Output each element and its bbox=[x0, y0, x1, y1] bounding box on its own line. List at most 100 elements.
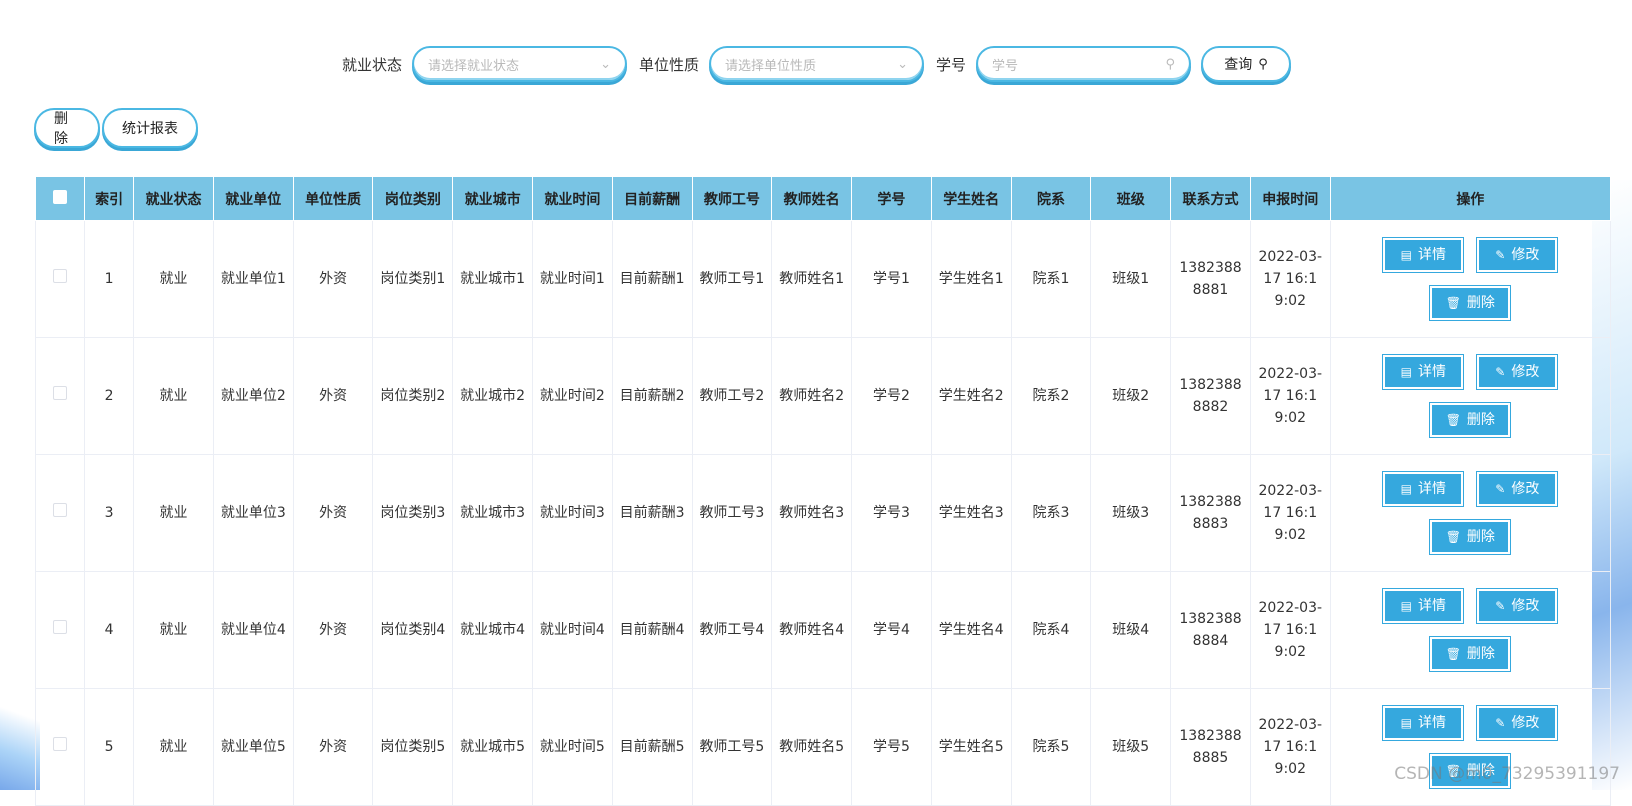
student-no-input[interactable]: 学号 ⚲ bbox=[976, 46, 1192, 82]
batch-delete-button[interactable]: 删除 bbox=[34, 108, 100, 148]
detail-label: 详情 bbox=[1417, 364, 1446, 380]
cell-dept: 院系4 bbox=[1010, 571, 1092, 689]
cell-teacher-name: 教师姓名4 bbox=[771, 571, 853, 689]
select-all-checkbox[interactable] bbox=[53, 189, 68, 204]
watermark: CSDN @m0_73295391197 bbox=[1394, 764, 1620, 784]
cell-time: 就业时间5 bbox=[531, 688, 613, 806]
column-header: 岗位类别 bbox=[372, 176, 454, 221]
row-checkbox[interactable] bbox=[53, 503, 68, 517]
row-checkbox[interactable] bbox=[53, 737, 68, 751]
cell-class: 班级1 bbox=[1090, 220, 1172, 338]
document-icon: ▤ bbox=[1400, 248, 1412, 262]
cell-phone: 13823888884 bbox=[1170, 571, 1251, 689]
table-body: 1 就业 就业单位1 外资 岗位类别1 就业城市1 就业时间1 目前薪酬1 教师工号1 教师姓名1… bbox=[34, 220, 1612, 806]
cell-index: 4 bbox=[84, 571, 135, 689]
row-checkbox[interactable] bbox=[53, 620, 68, 634]
column-header: 学号 bbox=[851, 176, 932, 221]
detail-label: 详情 bbox=[1417, 481, 1446, 497]
cell-student-no: 学号3 bbox=[851, 454, 932, 572]
column-header: 就业时间 bbox=[531, 176, 613, 221]
cell-date: 2022-03-17 16:19:02 bbox=[1249, 337, 1331, 455]
cell-student-no: 学号5 bbox=[851, 688, 932, 806]
row-checkbox[interactable] bbox=[53, 386, 68, 400]
cell-teacher-name: 教师姓名1 bbox=[771, 220, 853, 338]
query-button[interactable]: 查询 ⚲ bbox=[1201, 46, 1292, 82]
delete-button[interactable]: 🗑 删除 bbox=[1429, 402, 1512, 438]
column-header: 教师姓名 bbox=[771, 176, 853, 221]
report-label: 统计报表 bbox=[122, 121, 178, 137]
row-select-cell[interactable] bbox=[34, 454, 86, 572]
row-select-cell[interactable] bbox=[34, 688, 86, 806]
detail-label: 详情 bbox=[1417, 598, 1446, 614]
status-label: 就业状态 bbox=[342, 55, 403, 74]
trash-icon: 🗑 bbox=[1445, 296, 1461, 310]
cell-nature: 外资 bbox=[292, 337, 374, 455]
edit-label: 修改 bbox=[1511, 481, 1540, 497]
search-bar: 就业状态 请选择就业状态 ⌄ 单位性质 请选择单位性质 ⌄ 学号 学号 ⚲ 查询… bbox=[340, 44, 1292, 84]
edit-button[interactable]: ✎ 修改 bbox=[1476, 705, 1559, 741]
detail-button[interactable]: ▤ 详情 bbox=[1382, 354, 1465, 390]
edit-button[interactable]: ✎ 修改 bbox=[1476, 237, 1559, 273]
cell-nature: 外资 bbox=[292, 454, 374, 572]
cell-actions: ▤ 详情 ✎ 修改 🗑 删除 bbox=[1329, 337, 1612, 455]
cell-actions: ▤ 详情 ✎ 修改 🗑 删除 bbox=[1329, 454, 1612, 572]
cell-index: 1 bbox=[84, 220, 135, 338]
cell-class: 班级3 bbox=[1090, 454, 1172, 572]
cell-student-no: 学号1 bbox=[851, 220, 932, 338]
cell-time: 就业时间1 bbox=[531, 220, 613, 338]
cell-student-no: 学号4 bbox=[851, 571, 932, 689]
table-row: 4 就业 就业单位4 外资 岗位类别4 就业城市4 就业时间4 目前薪酬4 教师工号4 教师姓名4… bbox=[34, 571, 1612, 689]
edit-icon: ✎ bbox=[1495, 599, 1506, 613]
cell-date: 2022-03-17 16:19:02 bbox=[1249, 220, 1331, 338]
row-checkbox[interactable] bbox=[53, 269, 68, 283]
nature-select[interactable]: 请选择单位性质 ⌄ bbox=[709, 46, 925, 82]
cell-status: 就业 bbox=[133, 688, 214, 806]
cell-status: 就业 bbox=[133, 337, 214, 455]
delete-button[interactable]: 🗑 删除 bbox=[1429, 519, 1512, 555]
cell-phone: 13823888885 bbox=[1170, 688, 1251, 806]
edit-button[interactable]: ✎ 修改 bbox=[1476, 588, 1559, 624]
column-header: 申报时间 bbox=[1249, 176, 1331, 221]
report-button[interactable]: 统计报表 bbox=[102, 108, 198, 148]
cell-salary: 目前薪酬1 bbox=[611, 220, 693, 338]
document-icon: ▤ bbox=[1400, 365, 1412, 379]
cell-date: 2022-03-17 16:19:02 bbox=[1249, 571, 1331, 689]
delete-button[interactable]: 🗑 删除 bbox=[1429, 285, 1512, 321]
delete-button[interactable]: 🗑 删除 bbox=[1429, 636, 1512, 672]
cell-student-name: 学生姓名5 bbox=[930, 688, 1012, 806]
row-select-cell[interactable] bbox=[34, 571, 86, 689]
detail-button[interactable]: ▤ 详情 bbox=[1382, 237, 1465, 273]
detail-button[interactable]: ▤ 详情 bbox=[1382, 588, 1465, 624]
cell-category: 岗位类别1 bbox=[372, 220, 454, 338]
detail-button[interactable]: ▤ 详情 bbox=[1382, 471, 1465, 507]
status-select[interactable]: 请选择就业状态 ⌄ bbox=[412, 46, 628, 82]
edit-button[interactable]: ✎ 修改 bbox=[1476, 354, 1559, 390]
edit-button[interactable]: ✎ 修改 bbox=[1476, 471, 1559, 507]
column-header: 院系 bbox=[1010, 176, 1092, 221]
cell-class: 班级2 bbox=[1090, 337, 1172, 455]
row-select-cell[interactable] bbox=[34, 220, 86, 338]
delete-label: 删除 bbox=[1466, 412, 1495, 428]
cell-nature: 外资 bbox=[292, 220, 374, 338]
cell-teacher-no: 教师工号4 bbox=[691, 571, 773, 689]
select-all-cell[interactable] bbox=[34, 176, 86, 221]
cell-company: 就业单位4 bbox=[212, 571, 294, 689]
cell-company: 就业单位1 bbox=[212, 220, 294, 338]
cell-category: 岗位类别5 bbox=[372, 688, 454, 806]
cell-date: 2022-03-17 16:19:02 bbox=[1249, 688, 1331, 806]
nature-placeholder: 请选择单位性质 bbox=[725, 58, 817, 74]
document-icon: ▤ bbox=[1400, 599, 1412, 613]
delete-label: 删除 bbox=[1466, 529, 1495, 545]
detail-button[interactable]: ▤ 详情 bbox=[1382, 705, 1465, 741]
cell-city: 就业城市3 bbox=[452, 454, 533, 572]
row-select-cell[interactable] bbox=[34, 337, 86, 455]
cell-city: 就业城市4 bbox=[452, 571, 533, 689]
chevron-down-icon: ⌄ bbox=[897, 56, 909, 72]
edit-icon: ✎ bbox=[1495, 248, 1506, 262]
table-row: 3 就业 就业单位3 外资 岗位类别3 就业城市3 就业时间3 目前薪酬3 教师工号3 教师姓名3… bbox=[34, 454, 1612, 572]
cell-company: 就业单位5 bbox=[212, 688, 294, 806]
document-icon: ▤ bbox=[1400, 482, 1412, 496]
status-placeholder: 请选择就业状态 bbox=[428, 58, 520, 74]
cell-city: 就业城市1 bbox=[452, 220, 533, 338]
table-row: 5 就业 就业单位5 外资 岗位类别5 就业城市5 就业时间5 目前薪酬5 教师工号5 教师姓名5… bbox=[34, 688, 1612, 806]
